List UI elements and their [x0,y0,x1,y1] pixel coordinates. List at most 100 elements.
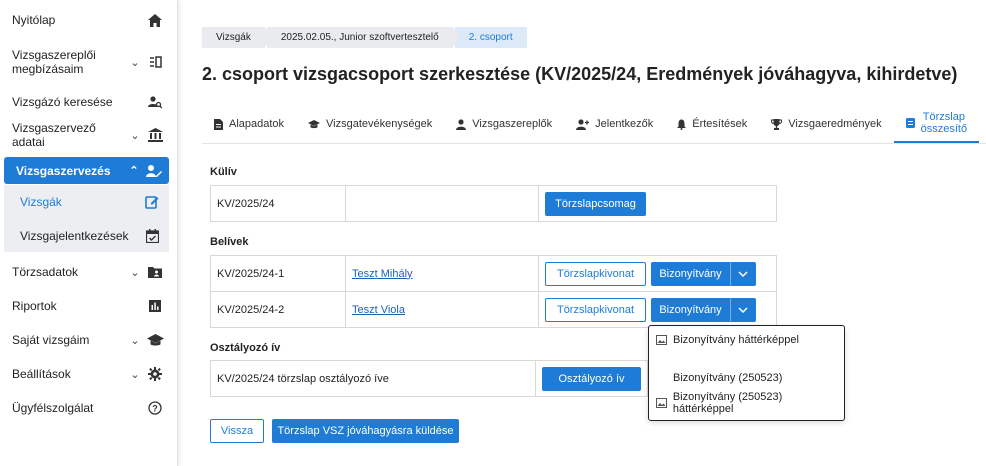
beliv-id: KV/2025/24-2 [210,291,346,328]
sidebar-item-riportok[interactable]: Riportok [0,296,170,316]
institution-icon [146,126,164,144]
sidebar-item-label: Törzsadatok [12,265,79,279]
person-search-icon [146,93,164,111]
home-icon [146,11,164,29]
calendar-check-icon [143,227,161,245]
beliv-actions: Törzslapkivonat Bizonyítvány [538,291,777,328]
footer-actions: Vissza Törzslap VSZ jóváhagyásra küldése [210,419,459,443]
bizonyitvany-split-button: Bizonyítvány [651,297,756,322]
tab-label: Törzslap összesítő [921,111,967,135]
tab-jelentkezok[interactable]: Jelentkezők [564,105,665,143]
table-row: KV/2025/24-1 Teszt Mihály Törzslapkivona… [210,255,777,292]
torzslapcsomag-button[interactable]: Törzslapcsomag [545,191,646,216]
sidebar-item-label: Vizsgaszervező adatai [12,121,96,149]
tab-label: Jelentkezők [595,118,654,130]
dropdown-item-250523[interactable]: Bizonyítvány (250523) [649,368,844,388]
sidebar-item-label: Vizsgaszereplői megbízásaim [12,48,96,76]
edit-icon [143,193,161,211]
sidebar-item-label: Riportok [12,299,57,313]
person-icon [456,118,467,130]
chevron-down-icon: ⌄ [130,368,140,381]
breadcrumb-item-vizsgak[interactable]: Vizsgák [202,27,272,48]
app-root: Nyitólap Vizsgaszereplői megbízásaim ⌄ V… [0,0,986,466]
bizonyitvany-button[interactable]: Bizonyítvány [651,261,730,286]
tab-torzslap-osszesito[interactable]: Törzslap összesítő [893,105,980,143]
back-button[interactable]: Vissza [210,419,264,443]
tab-vizsgatevekenysegek[interactable]: Vizsgatevékenységek [296,105,444,143]
breadcrumb-item-exam[interactable]: 2025.02.05., Junior szoftvertesztelő [266,27,460,48]
sidebar-item-nyitolap[interactable]: Nyitólap [0,10,170,30]
bizonyitvany-button[interactable]: Bizonyítvány [651,297,730,322]
sidebar-item-vizsgaszervezo-adatai[interactable]: Vizsgaszervező adatai ⌄ [0,121,170,149]
sidebar-item-megbizasaim[interactable]: Vizsgaszereplői megbízásaim ⌄ [0,47,170,77]
beliv-actions: Törzslapkivonat Bizonyítvány [538,255,777,292]
beliv-name-cell: Teszt Viola [345,291,539,328]
sidebar: Nyitólap Vizsgaszereplői megbízásaim ⌄ V… [0,0,178,466]
student-name-link[interactable]: Teszt Mihály [352,268,413,280]
sidebar-item-label: Beállítások [12,367,71,381]
section-title-osztalyozo: Osztályozó ív [210,342,281,354]
torzslapkivonat-button[interactable]: Törzslapkivonat [545,261,646,286]
sidebar-item-label: Nyitólap [12,13,56,27]
dropdown-item-250523-hatterkeppel[interactable]: Bizonyítvány (250523) háttérképpel [649,391,844,415]
sidebar-subitem-vizsgak[interactable]: Vizsgák [4,190,169,214]
tab-label: Vizsgatevékenységek [326,118,433,130]
chevron-down-icon: ⌄ [130,266,140,279]
sidebar-item-beallitasok[interactable]: Beállítások ⌄ [0,364,170,384]
bar-chart-icon [146,297,164,315]
osztalyozo-text: KV/2025/24 törzslap osztályozó íve [210,360,536,397]
send-for-approval-button[interactable]: Törzslap VSZ jóváhagyásra küldése [272,419,459,443]
dropdown-item-hatterkeppel[interactable]: Bizonyítvány háttérképpel [649,330,844,350]
osztalyozo-table: KV/2025/24 törzslap osztályozó íve Osztá… [210,360,648,397]
help-icon: ? [146,399,164,417]
sidebar-subitem-vizsgajelentkezesek[interactable]: Vizsgajelentkezések [4,224,169,248]
section-title-kuliv: Külív [210,166,237,178]
beliv-id: KV/2025/24-1 [210,255,346,292]
sidebar-item-vizsgaszervezes[interactable]: Vizsgaszervezés ⌃ [4,157,169,184]
table-row: KV/2025/24 törzslap osztályozó íve Osztá… [210,360,648,397]
sidebar-subitem-label: Vizsgák [20,195,62,209]
tab-label: Vizsgaszereplők [472,118,553,130]
chevron-down-icon: ⌄ [130,334,140,347]
image-icon [656,335,670,345]
list-icon [905,118,915,128]
tabs-divider [202,143,986,144]
tab-vizsgaeredmenyek[interactable]: Vizsgaeredmények [759,105,893,143]
kuliv-empty-cell [345,185,539,222]
chevron-down-icon[interactable] [730,297,756,322]
tab-vizsgaszereplok[interactable]: Vizsgaszereplők [444,105,564,143]
chevron-down-icon: ⌄ [130,129,140,142]
sidebar-item-sajat-vizsgaim[interactable]: Saját vizsgáim ⌄ [0,330,170,350]
document-icon [214,118,223,130]
table-row: KV/2025/24-2 Teszt Viola Törzslapkivonat… [210,291,777,328]
sidebar-item-vizsgazo-keresese[interactable]: Vizsgázó keresése [0,92,170,112]
tab-label-line1: Törzslap [922,111,965,123]
sidebar-item-label: Ügyfélszolgálat [12,401,94,415]
sidebar-item-label: Saját vizsgáim [12,333,90,347]
sidebar-item-ugyfelszolgalat[interactable]: Ügyfélszolgálat ? [0,398,170,418]
tab-alapadatok[interactable]: Alapadatok [202,105,296,143]
bell-icon [677,119,687,130]
folder-person-icon [146,263,164,281]
sidebar-item-label: Vizsgaszervezés [16,163,111,178]
student-name-link[interactable]: Teszt Viola [352,304,405,316]
section-title-belivek: Belívek [210,236,249,248]
tab-bar: Alapadatok Vizsgatevékenységek Vizsgasze… [202,105,980,143]
kuliv-id: KV/2025/24 [210,185,346,222]
torzslapkivonat-button[interactable]: Törzslapkivonat [545,297,646,322]
chevron-up-icon: ⌃ [129,165,139,177]
school-icon [308,119,321,129]
kuliv-actions: Törzslapcsomag [538,185,777,222]
sidebar-item-label: Vizsgázó keresése [12,95,113,109]
tab-ertesitesek[interactable]: Értesítések [665,105,759,143]
assignment-icon [146,53,164,71]
bizonyitvany-dropdown-menu: Bizonyítvány háttérképpel Bizonyítvány (… [648,325,845,421]
beliv-name-cell: Teszt Mihály [345,255,539,292]
osztalyozo-button[interactable]: Osztályozó ív [542,366,641,391]
svg-text:?: ? [152,404,158,414]
sidebar-item-torzsadatok[interactable]: Törzsadatok ⌄ [0,262,170,282]
chevron-down-icon[interactable] [730,261,756,286]
dropdown-item-label: Bizonyítvány (250523) [673,372,783,384]
breadcrumb-item-current: 2. csoport [454,27,527,48]
tab-label: Vizsgaeredmények [788,118,882,130]
